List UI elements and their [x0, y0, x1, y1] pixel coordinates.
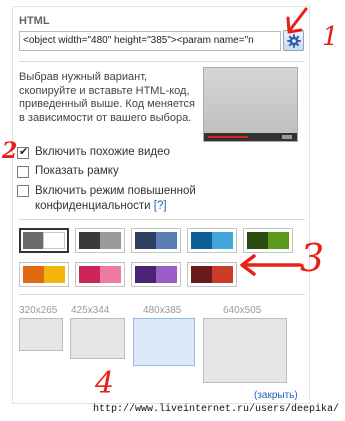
progress-bar	[208, 136, 248, 138]
color-scheme-option[interactable]	[243, 228, 293, 253]
color-scheme-primary	[79, 232, 100, 249]
privacy-mode-label: Включить режим повышенной конфиденциальн…	[35, 184, 272, 214]
color-scheme-secondary	[156, 266, 177, 283]
color-scheme-secondary	[43, 232, 65, 249]
video-preview-thumbnail	[203, 67, 298, 142]
color-scheme-option[interactable]	[187, 262, 237, 287]
color-scheme-secondary	[212, 232, 233, 249]
color-scheme-secondary	[156, 232, 177, 249]
annotation-number-2: 2	[2, 138, 18, 164]
watermark-url: http://www.liveinternet.ru/users/deepika…	[93, 404, 340, 415]
separator	[19, 61, 305, 62]
color-scheme-option[interactable]	[75, 262, 125, 287]
option-related-videos[interactable]: Включить похожие видео	[17, 145, 170, 159]
privacy-mode-checkbox[interactable]	[17, 185, 29, 197]
color-scheme-primary	[79, 266, 100, 283]
size-option-640x505[interactable]	[203, 318, 287, 383]
size-label-425x344: 425x344	[71, 305, 110, 316]
annotation-arrow-3	[240, 254, 302, 276]
color-scheme-option[interactable]	[131, 228, 181, 253]
close-link[interactable]: (закрыть)	[254, 390, 298, 401]
embed-code-field[interactable]: <object width="480" height="385"><param …	[19, 31, 281, 51]
annotation-number-1: 1	[322, 22, 339, 52]
description-text: Выбрав нужный вариант, скопируйте и вста…	[19, 71, 196, 124]
annotation-number-4: 4	[95, 366, 115, 401]
size-option-480x385[interactable]	[133, 318, 195, 366]
color-scheme-secondary	[268, 232, 289, 249]
color-scheme-secondary	[44, 266, 65, 283]
color-scheme-option[interactable]	[187, 228, 237, 253]
color-scheme-primary	[23, 232, 43, 249]
option-privacy-mode[interactable]: Включить режим повышенной конфиденциальн…	[17, 184, 272, 214]
color-scheme-primary	[135, 266, 156, 283]
color-scheme-primary	[247, 232, 268, 249]
size-option-320x265[interactable]	[19, 318, 63, 351]
color-scheme-primary	[135, 232, 156, 249]
size-label-480x385: 480x385	[143, 305, 182, 316]
player-logo	[282, 135, 292, 139]
html-heading: HTML	[19, 15, 50, 27]
annotation-arrow-1	[286, 7, 308, 34]
color-scheme-secondary	[212, 266, 233, 283]
show-border-label: Показать рамку	[35, 165, 119, 177]
annotation-number-3: 3	[300, 236, 325, 280]
player-control-bar	[204, 133, 297, 141]
help-link[interactable]: [?]	[154, 200, 167, 212]
color-scheme-secondary	[100, 266, 121, 283]
separator	[19, 219, 305, 220]
privacy-mode-text: Включить режим повышенной конфиденциальн…	[35, 185, 196, 212]
color-scheme-secondary	[100, 232, 121, 249]
color-scheme-option[interactable]	[19, 228, 69, 253]
related-videos-checkbox[interactable]	[17, 145, 29, 159]
size-label-640x505: 640x505	[223, 305, 262, 316]
size-option-425x344[interactable]	[70, 318, 125, 359]
option-show-border[interactable]: Показать рамку	[17, 165, 119, 178]
color-scheme-option[interactable]	[131, 262, 181, 287]
embed-options-panel: HTML <object width="480" height="385"><p…	[12, 6, 310, 404]
color-scheme-primary	[23, 266, 44, 283]
size-label-320x265: 320x265	[19, 305, 58, 316]
color-scheme-option[interactable]	[19, 262, 69, 287]
color-scheme-primary	[191, 266, 212, 283]
show-border-checkbox[interactable]	[17, 166, 29, 178]
color-scheme-option[interactable]	[75, 228, 125, 253]
color-scheme-primary	[191, 232, 212, 249]
related-videos-label: Включить похожие видео	[35, 146, 170, 158]
separator	[19, 294, 305, 295]
